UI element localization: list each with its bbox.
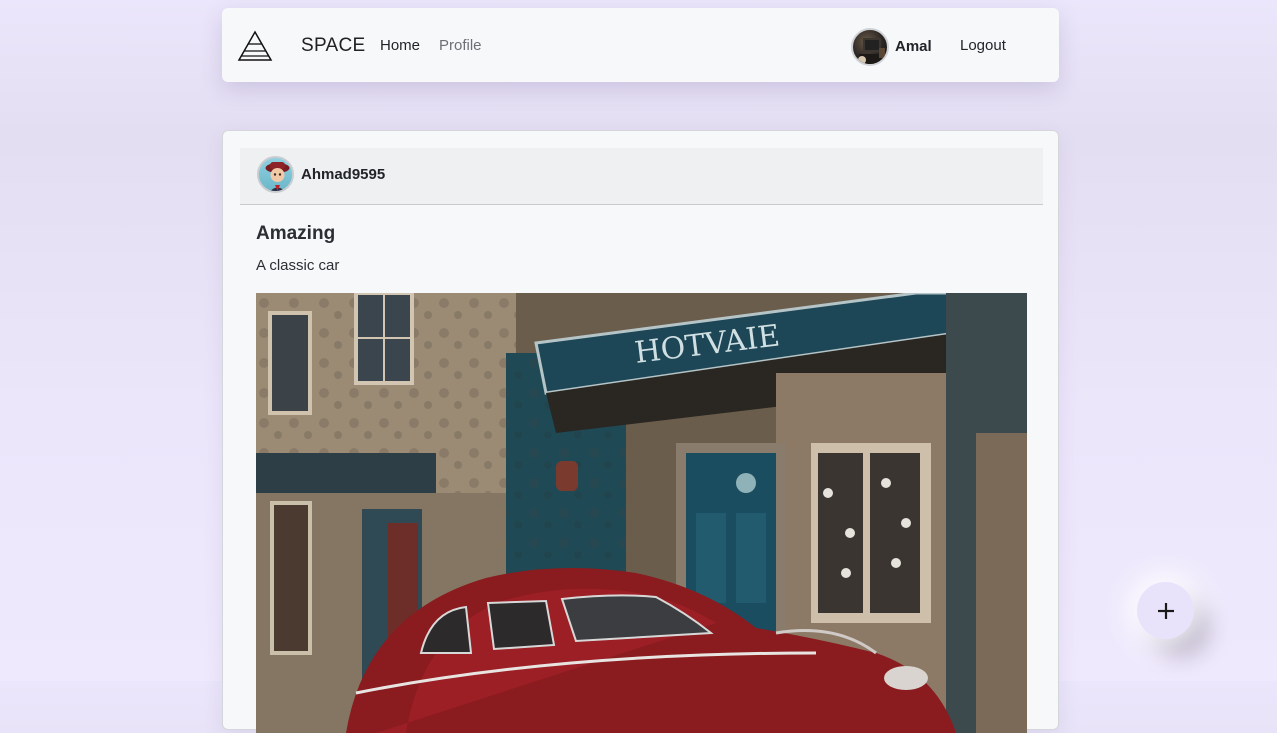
nav-link-home[interactable]: Home bbox=[380, 37, 420, 54]
post-description: A classic car bbox=[256, 257, 340, 274]
brand-name[interactable]: SPACE bbox=[301, 35, 366, 57]
post-title: Amazing bbox=[256, 223, 336, 244]
user-avatar[interactable] bbox=[851, 28, 889, 66]
nav-link-profile[interactable]: Profile bbox=[439, 37, 482, 54]
post-image: HOTVAIE bbox=[256, 293, 1027, 733]
current-user-name[interactable]: Amal bbox=[895, 38, 932, 55]
add-post-button[interactable] bbox=[1137, 582, 1194, 639]
author-avatar[interactable] bbox=[257, 156, 294, 193]
plus-icon bbox=[1157, 602, 1174, 619]
post-header: Ahmad9595 bbox=[240, 148, 1043, 205]
pyramid-logo-icon[interactable] bbox=[237, 30, 273, 62]
post-author-name[interactable]: Ahmad9595 bbox=[301, 166, 385, 183]
post-card: Ahmad9595 Amazing A classic car HOTVAIE bbox=[222, 130, 1059, 733]
top-navbar: SPACE Home Profile Amal Logout bbox=[222, 8, 1059, 82]
logout-link[interactable]: Logout bbox=[960, 37, 1006, 54]
